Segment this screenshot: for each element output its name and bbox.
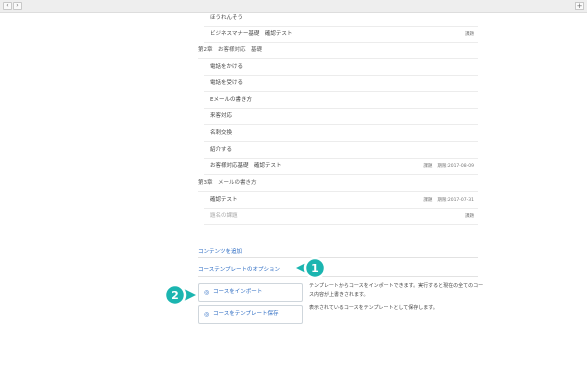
assignment-tag: 課題 — [465, 214, 474, 219]
content-item-label: 名刺交換 — [210, 130, 233, 136]
content-item-label: Eメールの書き方 — [210, 97, 252, 103]
circle-icon: ◎ — [204, 289, 210, 296]
content-item[interactable]: 電話を受ける — [204, 76, 478, 92]
new-tab-button[interactable]: + — [575, 2, 584, 10]
import-course-description: テンプレートからコースをインポートできます。実行すると現在の全てのコース内容が上… — [309, 283, 484, 298]
content-item[interactable]: 題名の課題 課題 — [204, 209, 478, 225]
divider — [198, 276, 478, 277]
template-options-link[interactable]: コーステンプレートのオプション — [198, 265, 280, 273]
due-date: 期限:2017-07-31 — [437, 198, 474, 203]
content-item-label: 紹介する — [210, 147, 233, 153]
content-item[interactable]: 来客対応 — [204, 109, 478, 125]
save-template-button[interactable]: ◎ コースをテンプレート保存 — [198, 305, 303, 324]
content-item[interactable]: お客様対応基礎 確認テスト 課題 期限:2017-08-09 — [204, 159, 478, 175]
callout-1-number: 1 — [311, 262, 319, 275]
chapter-label: 第3章 メールの書き方 — [198, 180, 257, 186]
content-item-label: 題名の課題 — [210, 213, 238, 219]
content-item[interactable]: 名刺交換 — [204, 126, 478, 142]
callout-2: 2 — [163, 283, 196, 307]
content-item[interactable]: 確認テスト 課題 期限:2017-07-31 — [204, 193, 478, 209]
content-item-label: お客様対応基礎 確認テスト — [210, 163, 282, 169]
save-template-label: コースをテンプレート保存 — [213, 311, 279, 317]
add-content-link[interactable]: コンテンツを追加 — [198, 247, 242, 255]
content-item[interactable]: ビジネスマナー基礎 確認テスト 課題 — [204, 27, 478, 43]
callout-1: 1 — [296, 256, 327, 280]
content-item-label: 電話をかける — [210, 64, 244, 70]
content-item[interactable]: Eメールの書き方 — [204, 93, 478, 109]
circle-icon: ◎ — [204, 311, 210, 318]
chapter-heading[interactable]: 第2章 お客様対応 基礎 — [198, 43, 478, 59]
forward-button[interactable]: › — [13, 2, 22, 10]
save-template-description: 表示されているコースをテンプレートとして保存します。 — [309, 305, 438, 311]
chapter-heading[interactable]: 第3章 メールの書き方 — [198, 176, 478, 192]
import-course-label: コースをインポート — [213, 289, 263, 295]
import-course-button[interactable]: ◎ コースをインポート — [198, 283, 303, 302]
assignment-tag: 課題 — [423, 164, 433, 169]
callout-2-number: 2 — [171, 289, 179, 302]
content-item-label: ビジネスマナー基礎 確認テスト — [210, 31, 293, 37]
content-item[interactable]: 電話をかける — [204, 60, 478, 76]
assignment-tag: 課題 — [465, 32, 474, 37]
assignment-tag: 課題 — [423, 198, 433, 203]
nav-buttons: ‹ › — [3, 2, 22, 10]
content-item-label: 確認テスト — [210, 197, 238, 203]
content-item[interactable]: 紹介する — [204, 143, 478, 159]
back-button[interactable]: ‹ — [3, 2, 12, 10]
content-item-label: 電話を受ける — [210, 80, 244, 86]
divider — [198, 257, 478, 258]
content-item-label: 来客対応 — [210, 113, 233, 119]
content-item-label: ほうれんそう — [210, 15, 244, 21]
content-item[interactable]: ほうれんそう — [204, 11, 478, 27]
chapter-label: 第2章 お客様対応 基礎 — [198, 47, 263, 53]
due-date: 期限:2017-08-09 — [437, 164, 474, 169]
